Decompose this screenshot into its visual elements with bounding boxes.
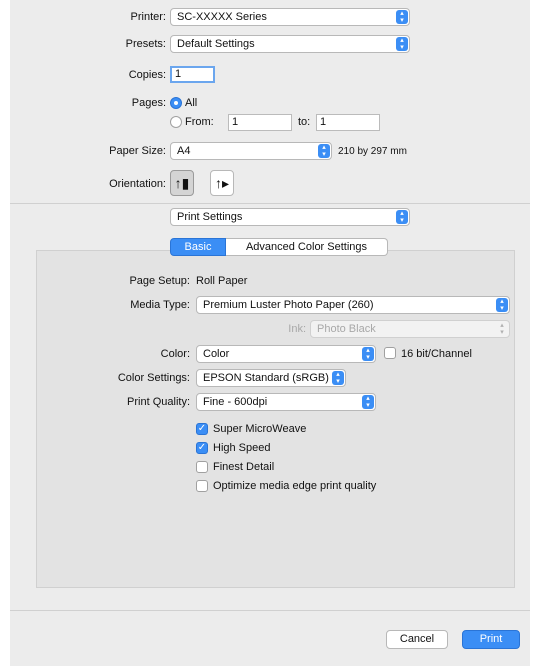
color-value: Color [203, 348, 230, 360]
color-settings-value: EPSON Standard (sRGB) [203, 372, 329, 384]
presets-value: Default Settings [177, 38, 255, 50]
finest-detail-checkbox[interactable] [196, 461, 208, 473]
portrait-orientation-icon[interactable]: ↑▮ [170, 170, 194, 196]
pages-all-radio[interactable] [170, 97, 182, 109]
bit16-checkbox[interactable] [384, 347, 396, 359]
pages-from-value: 1 [232, 116, 239, 128]
paper-size-label: Paper Size: [109, 145, 166, 157]
divider [10, 610, 530, 611]
cancel-button-label: Cancel [399, 633, 435, 645]
print-button-label: Print [479, 633, 503, 645]
media-type-popup[interactable]: Premium Luster Photo Paper (260) ▴ ▾ [196, 296, 510, 314]
color-settings-popup[interactable]: EPSON Standard (sRGB) ▴ ▾ [196, 369, 346, 387]
presets-popup[interactable]: Default Settings ▴ ▾ [170, 35, 410, 53]
landscape-orientation-icon[interactable]: ↑▸ [210, 170, 234, 196]
presets-label: Presets: [125, 38, 166, 50]
print-settings-value: Print Settings [177, 211, 243, 223]
printer-label: Printer: [130, 11, 166, 23]
pages-to-label: to: [298, 116, 311, 128]
printer-popup[interactable]: SC-XXXXX Series ▴ ▾ [170, 8, 410, 26]
ink-label: Ink: [288, 323, 306, 335]
media-type-value: Premium Luster Photo Paper (260) [203, 299, 374, 311]
print-quality-value: Fine - 600dpi [203, 396, 268, 408]
finest-detail-label: Finest Detail [213, 461, 275, 473]
pages-all-label: All [185, 97, 198, 109]
up-down-chevron-icon: ▴ ▾ [500, 322, 504, 336]
orientation-label: Orientation: [109, 178, 166, 190]
pages-from-radio[interactable] [170, 116, 182, 128]
ink-popup: Photo Black ▴ ▾ [310, 320, 510, 338]
page-setup-value: Roll Paper [196, 275, 248, 287]
pages-label: Pages: [131, 97, 166, 109]
copies-label: Copies: [128, 69, 166, 81]
optimize-edge-label: Optimize media edge print quality [213, 480, 377, 492]
up-down-chevron-icon: ▴ ▾ [496, 298, 508, 312]
page-setup-label: Page Setup: [129, 275, 190, 287]
tab-basic-label: Basic [184, 241, 212, 253]
high-speed-label: High Speed [213, 442, 271, 454]
media-type-label: Media Type: [130, 299, 190, 311]
ink-value: Photo Black [317, 323, 376, 335]
up-down-chevron-icon: ▴ ▾ [396, 210, 408, 224]
high-speed-checkbox[interactable]: ✓ [196, 442, 208, 454]
divider [10, 203, 530, 204]
paper-dimensions: 210 by 297 mm [338, 146, 407, 157]
print-settings-popup[interactable]: Print Settings ▴ ▾ [170, 208, 410, 226]
pages-to-value: 1 [320, 116, 327, 128]
print-quality-popup[interactable]: Fine - 600dpi ▴ ▾ [196, 393, 376, 411]
pages-from-field[interactable]: 1 [228, 114, 292, 131]
up-down-chevron-icon: ▴ ▾ [396, 10, 408, 24]
paper-size-value: A4 [177, 145, 191, 157]
print-button[interactable]: Print [462, 630, 520, 649]
up-down-chevron-icon: ▴ ▾ [396, 37, 408, 51]
color-popup[interactable]: Color ▴ ▾ [196, 345, 376, 363]
copies-value: 1 [175, 68, 182, 80]
super-microweave-label: Super MicroWeave [213, 423, 307, 435]
tab-advanced-color-settings[interactable]: Advanced Color Settings [226, 238, 388, 256]
pages-from-label: From: [185, 116, 214, 128]
tab-basic[interactable]: Basic [170, 238, 226, 256]
super-microweave-checkbox[interactable]: ✓ [196, 423, 208, 435]
tab-advanced-label: Advanced Color Settings [245, 241, 368, 253]
color-label: Color: [160, 348, 190, 360]
paper-size-popup[interactable]: A4 ▴ ▾ [170, 142, 332, 160]
up-down-chevron-icon: ▴ ▾ [362, 395, 374, 409]
up-down-chevron-icon: ▴ ▾ [318, 144, 330, 158]
pages-to-field[interactable]: 1 [316, 114, 380, 131]
up-down-chevron-icon: ▴ ▾ [332, 371, 344, 385]
optimize-edge-checkbox[interactable] [196, 480, 208, 492]
up-down-chevron-icon: ▴ ▾ [362, 347, 374, 361]
printer-value: SC-XXXXX Series [177, 11, 267, 23]
copies-field[interactable]: 1 [170, 66, 215, 83]
color-settings-label: Color Settings: [117, 372, 190, 384]
print-dialog: Printer: SC-XXXXX Series ▴ ▾ Presets: Def… [10, 0, 530, 666]
print-quality-label: Print Quality: [127, 396, 190, 408]
cancel-button[interactable]: Cancel [386, 630, 448, 649]
bit16-label: 16 bit/Channel [401, 348, 472, 360]
